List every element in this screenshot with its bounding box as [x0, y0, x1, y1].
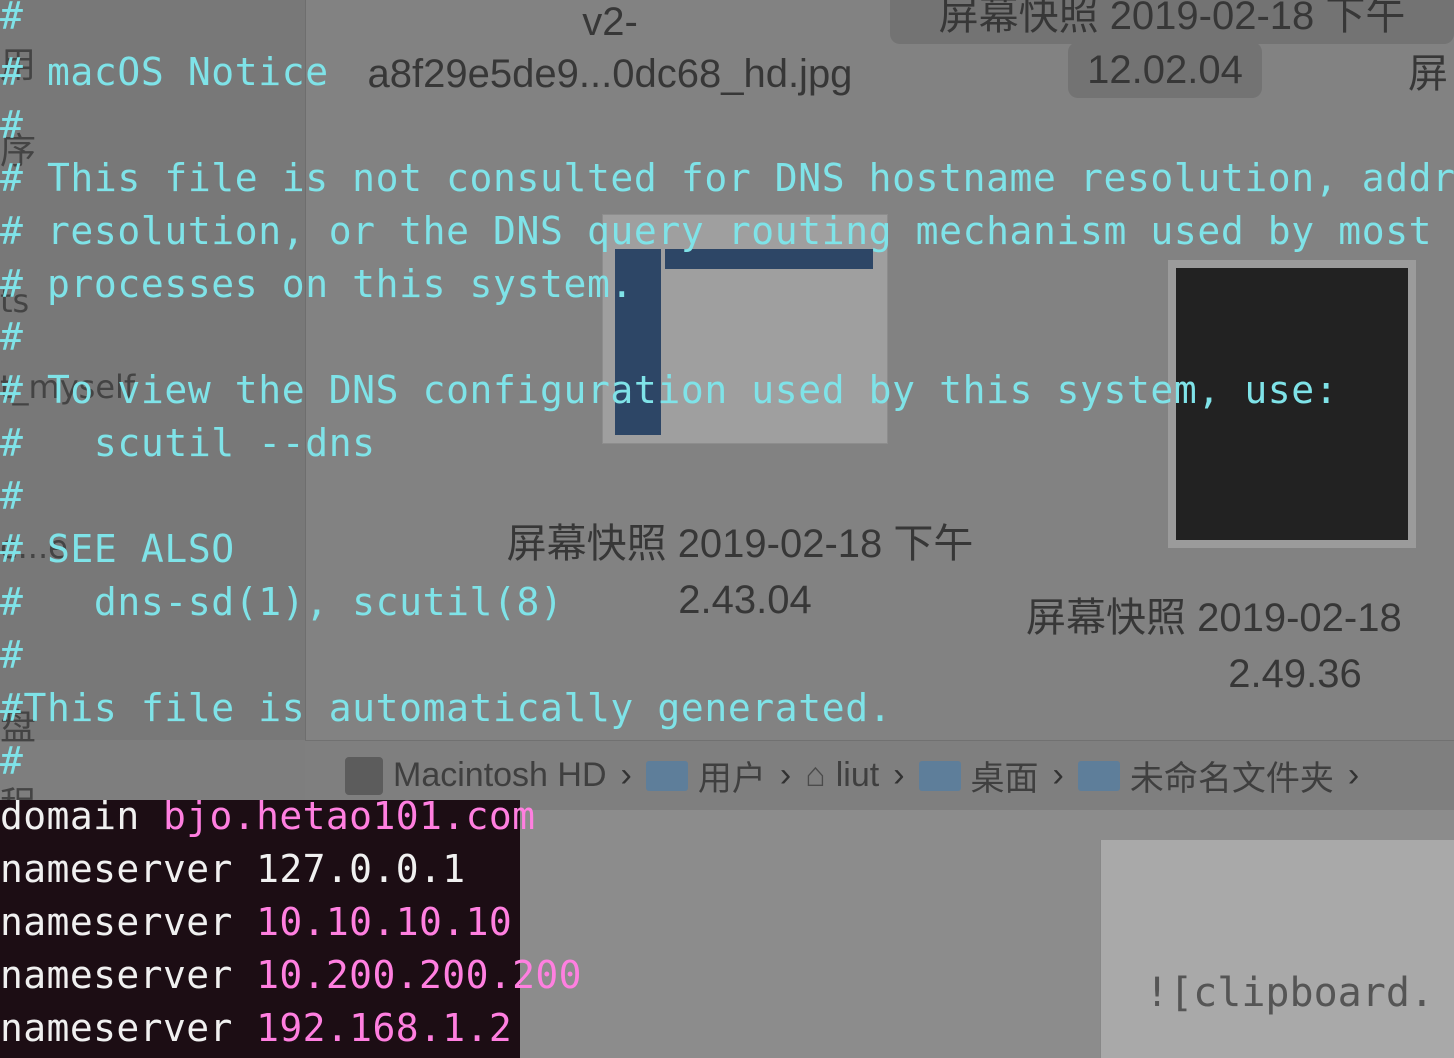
terminal-line: # This file is not consulted for DNS hos… — [0, 156, 1454, 200]
terminal-line: # processes on this system. — [0, 262, 634, 306]
terminal-line: #This file is automatically generated. — [0, 686, 893, 730]
terminal-line: # resolution, or the DNS query routing m… — [0, 209, 1433, 253]
terminal-line: # — [0, 474, 24, 518]
resolv-conf-entries: domain bjo.hetao101.com nameserver 127.0… — [0, 794, 582, 1058]
resolv-line: nameserver 10.200.200.200 — [0, 953, 582, 997]
terminal-line: # scutil --dns — [0, 421, 376, 465]
editor-text: ![clipboard. — [1145, 970, 1434, 1016]
terminal-line: # To view the DNS configuration used by … — [0, 368, 1339, 412]
editor-pane — [1100, 840, 1454, 1058]
terminal-line: # — [0, 739, 24, 783]
terminal-line: # macOS Notice — [0, 50, 329, 94]
terminal-line: # — [0, 633, 24, 677]
resolv-line: nameserver 10.10.10.10 — [0, 900, 513, 944]
terminal-line: # dns-sd(1), scutil(8) — [0, 580, 564, 624]
terminal-line: # — [0, 103, 24, 147]
resolv-line: nameserver 127.0.0.1 — [0, 847, 466, 891]
terminal-overlay: # # macOS Notice # # This file is not co… — [0, 0, 1454, 810]
terminal-line: # SEE ALSO — [0, 527, 235, 571]
resolv-line: nameserver 192.168.1.2 — [0, 1006, 513, 1050]
resolv-line: domain bjo.hetao101.com — [0, 794, 536, 838]
terminal-line: # — [0, 315, 24, 359]
terminal-line: # — [0, 0, 24, 38]
